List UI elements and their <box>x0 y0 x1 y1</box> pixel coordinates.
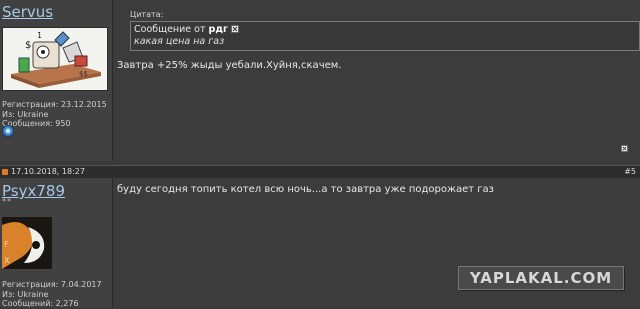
quote-prefix: Сообщение от <box>134 24 206 35</box>
registration-date: Регистрация: 23.12.2015 <box>2 100 107 109</box>
avatar[interactable]: $ 1 $$ <box>2 27 108 91</box>
site-watermark: YAPLAKAL.COM <box>458 266 624 290</box>
avatar[interactable]: F X <box>2 217 52 269</box>
registration-date: Регистрация: 7.04.2017 <box>2 280 102 289</box>
user-sidebar: Psyx789 ** F X Регистрация: 7.04.2017 Из… <box>0 178 113 309</box>
user-badge-icon[interactable] <box>2 125 14 137</box>
user-sidebar: Servus $ 1 $$ Регистрация: 23.12.2015 Из… <box>0 0 113 161</box>
message-count: Сообщения: 950 <box>2 119 71 128</box>
post-content: Цитата: Сообщение от рдг какая цена на г… <box>113 0 640 161</box>
svg-text:X: X <box>4 256 10 265</box>
quote-box: Сообщение от рдг какая цена на газ <box>130 21 640 51</box>
user-location: Из: Ukraine <box>2 109 49 119</box>
quote-text: какая цена на газ <box>134 36 225 47</box>
post-1: Servus $ 1 $$ Регистрация: 23.12.2015 Из… <box>0 0 640 161</box>
avatar-illustration: $ 1 $$ <box>3 28 107 90</box>
post-status-icon <box>2 169 8 175</box>
report-icon[interactable] <box>621 145 628 152</box>
svg-text:$: $ <box>25 40 31 51</box>
quote-header: Сообщение от рдг <box>134 24 636 35</box>
user-location: Из: Ukraine <box>2 289 49 299</box>
quote-label: Цитата: <box>130 10 164 19</box>
post-header: 17.10.2018, 18:27 #5 <box>0 165 640 179</box>
user-rank-stars: ** <box>2 197 12 206</box>
post-number-link[interactable]: #5 <box>624 166 636 178</box>
user-meta: Регистрация: 7.04.2017 Из: Ukraine Сообщ… <box>2 280 102 309</box>
post-message: Завтра +25% жыды уебали.Хуйня,скачем. <box>117 60 342 71</box>
view-post-icon[interactable] <box>231 25 240 33</box>
message-count: Сообщений: 2,276 <box>2 299 79 308</box>
post-date: 17.10.2018, 18:27 <box>11 167 85 176</box>
user-meta: Регистрация: 23.12.2015 Из: Ukraine Сооб… <box>2 100 107 129</box>
username-link[interactable]: Servus <box>2 3 53 21</box>
svg-text:$$: $$ <box>79 70 88 78</box>
quote-author[interactable]: рдг <box>209 24 228 35</box>
avatar-illustration: F X <box>2 217 52 269</box>
svg-text:F: F <box>4 240 9 249</box>
svg-text:1: 1 <box>37 31 42 40</box>
post-message: буду сегодня топить котел всю ночь...а т… <box>117 184 494 195</box>
